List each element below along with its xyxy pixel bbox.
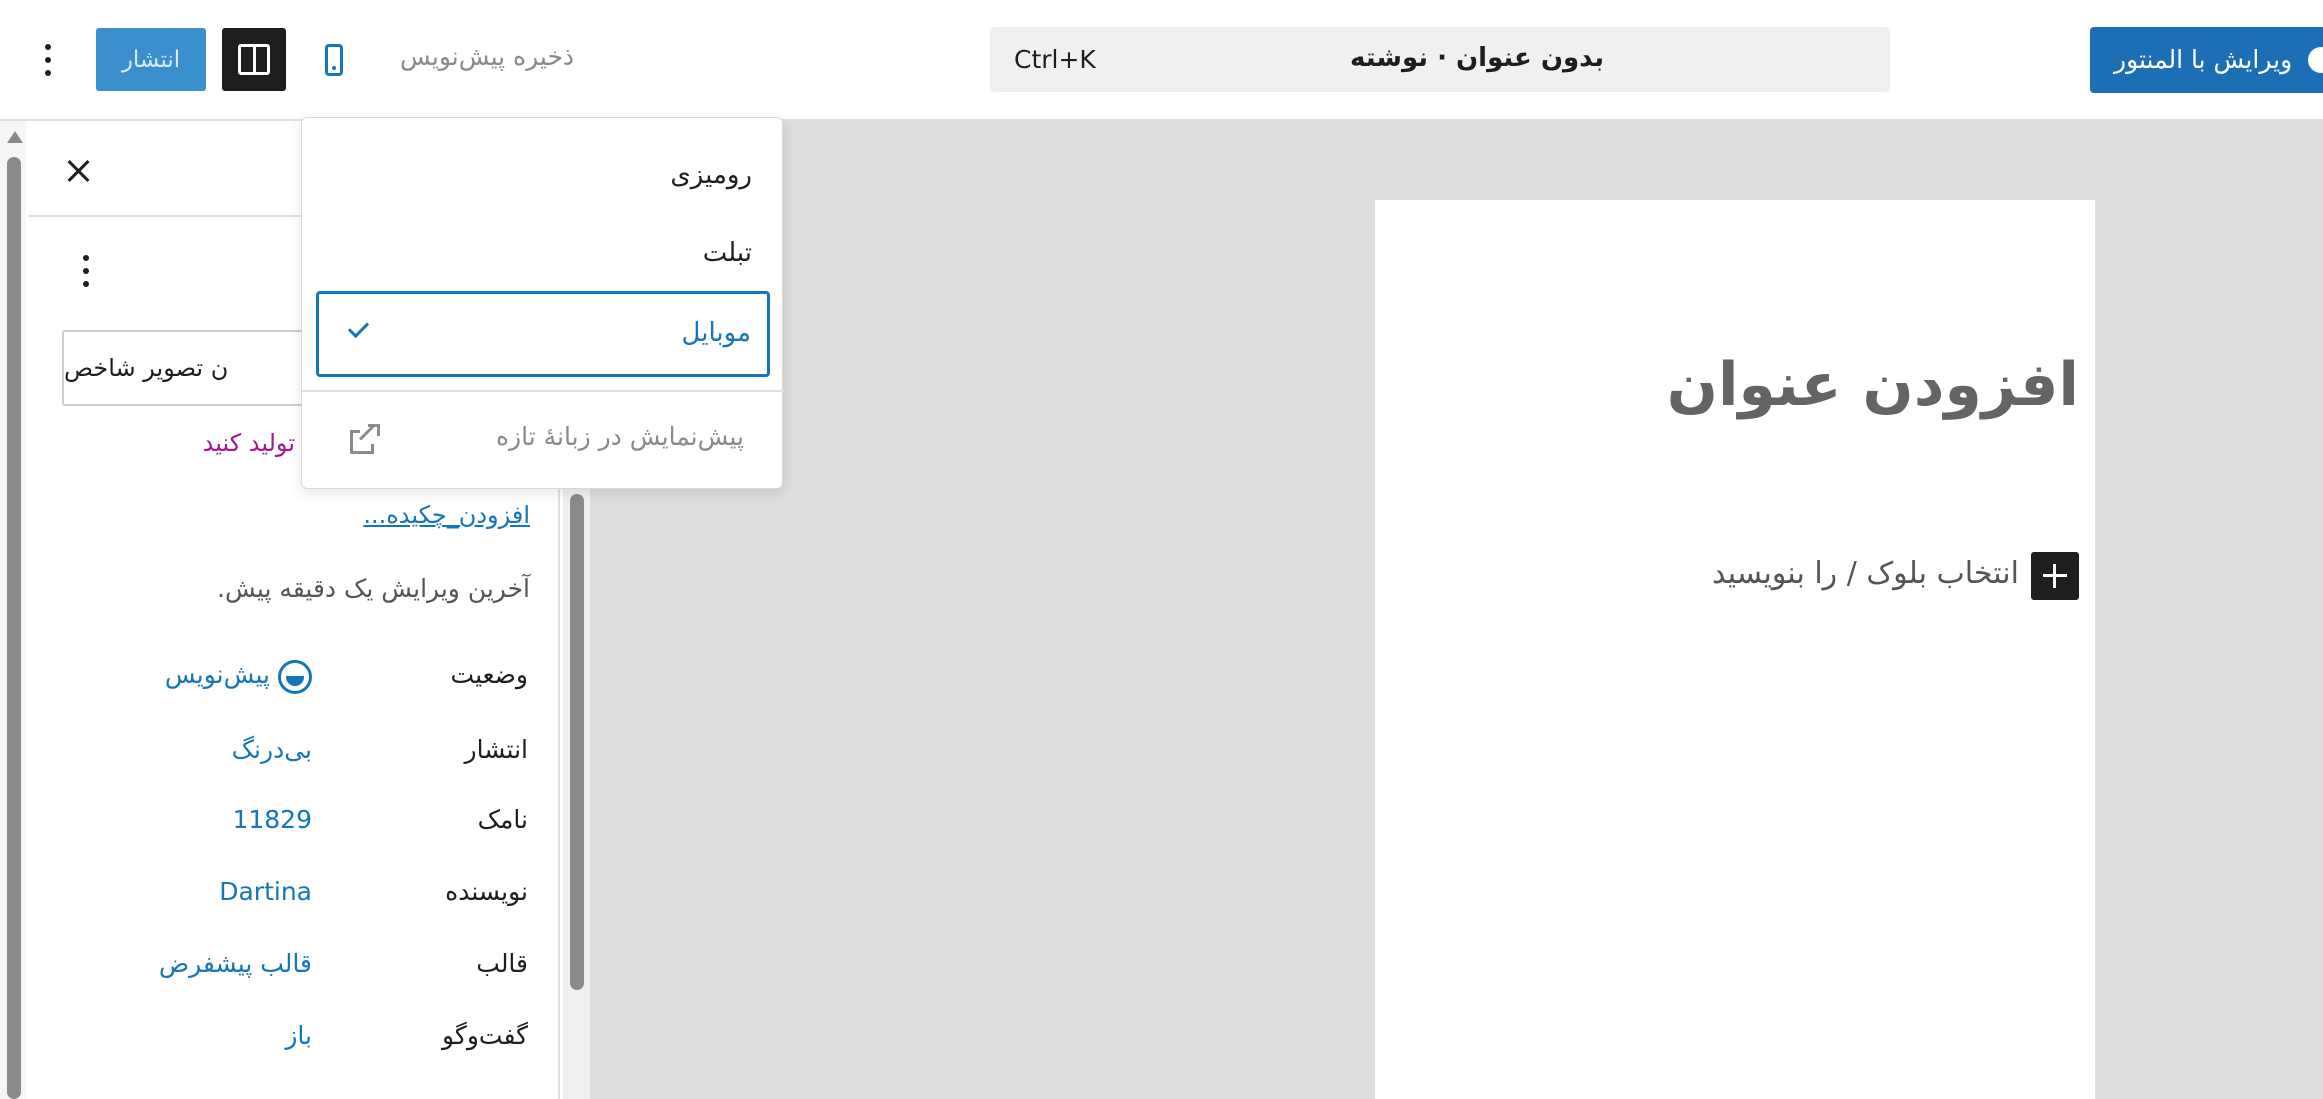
edit-with-elementor-button[interactable]: ویرایش با المنتور bbox=[2090, 27, 2323, 93]
command-shortcut: Ctrl+K bbox=[1014, 45, 1096, 74]
device-preview-menu: رومیزی تبلت موبایل پیش‌نمایش در زبانهٔ ت… bbox=[301, 117, 784, 489]
post-page-preview: افزودن عنوان انتخاب بلوک / را بنویسید bbox=[1375, 200, 2095, 1099]
meta-row-status: وضعیت پیش‌نویس bbox=[0, 660, 560, 710]
mobile-device-icon bbox=[325, 44, 343, 76]
document-title: بدون عنوان · نوشته bbox=[1350, 43, 1604, 73]
options-menu-icon[interactable] bbox=[26, 38, 70, 82]
meta-label: گفت‌وگو bbox=[442, 1021, 528, 1050]
menu-item-mobile[interactable]: موبایل bbox=[316, 291, 770, 377]
add-block-icon[interactable] bbox=[2031, 552, 2079, 600]
publish-date-value[interactable]: بی‌درنگ bbox=[232, 735, 312, 764]
menu-item-desktop[interactable]: رومیزی bbox=[302, 140, 784, 210]
template-value[interactable]: قالب پیشفرض bbox=[159, 949, 312, 978]
menu-item-label: موبایل bbox=[681, 318, 751, 348]
meta-row-slug: نامک 11829 bbox=[0, 805, 560, 855]
preview-new-tab-label: پیش‌نمایش در زبانهٔ تازه bbox=[495, 422, 744, 451]
settings-panel-toggle[interactable] bbox=[222, 28, 286, 91]
block-appender[interactable]: انتخاب بلوک / را بنویسید bbox=[1712, 556, 2019, 591]
meta-row-template: قالب قالب پیشفرض bbox=[0, 949, 560, 999]
meta-label: نامک bbox=[477, 805, 528, 834]
menu-item-label: رومیزی bbox=[670, 160, 752, 190]
generate-link[interactable]: تولید کنید bbox=[195, 429, 295, 457]
meta-row-author: نویسنده Dartina bbox=[0, 877, 560, 927]
add-excerpt-link[interactable]: افزودن_چکیده... bbox=[300, 501, 530, 529]
meta-row-publish: انتشار بی‌درنگ bbox=[0, 735, 560, 785]
elementor-logo-icon bbox=[2308, 47, 2323, 73]
save-draft-button[interactable]: ذخیره پیش‌نویس bbox=[400, 42, 574, 71]
meta-label: انتشار bbox=[464, 735, 528, 764]
discussion-value[interactable]: باز bbox=[285, 1021, 312, 1050]
menu-item-label: تبلت bbox=[702, 238, 752, 268]
author-value[interactable]: Dartina bbox=[219, 877, 312, 906]
menu-divider bbox=[302, 390, 784, 392]
checkmark-icon bbox=[343, 316, 373, 346]
status-value[interactable]: پیش‌نویس bbox=[165, 660, 270, 689]
draft-status-icon bbox=[278, 660, 312, 694]
sidebar-panel-icon bbox=[238, 44, 270, 75]
slug-value[interactable]: 11829 bbox=[232, 805, 312, 834]
editor-top-bar: انتشار ذخیره پیش‌نویس Ctrl+K بدون عنوان … bbox=[0, 0, 2323, 121]
publish-button[interactable]: انتشار bbox=[96, 28, 206, 91]
last-edited-text: آخرین ویرایش یک دقیقه پیش. bbox=[217, 574, 530, 603]
external-link-icon bbox=[350, 424, 380, 454]
menu-item-tablet[interactable]: تبلت bbox=[302, 218, 784, 288]
meta-label: نویسنده bbox=[445, 877, 528, 906]
close-icon[interactable] bbox=[60, 153, 96, 189]
meta-row-discussion: گفت‌وگو باز bbox=[0, 1021, 560, 1071]
sidebar-inner-scrollbar-thumb[interactable] bbox=[570, 494, 584, 990]
post-actions-menu-icon[interactable] bbox=[64, 249, 108, 293]
post-title-input[interactable]: افزودن عنوان bbox=[1667, 350, 2079, 420]
scroll-up-arrow-icon[interactable] bbox=[7, 131, 23, 143]
device-preview-button[interactable] bbox=[315, 38, 353, 82]
meta-label: وضعیت bbox=[450, 660, 528, 689]
elementor-button-label: ویرایش با المنتور bbox=[2114, 45, 2293, 74]
command-palette-bar[interactable]: Ctrl+K بدون عنوان · نوشته bbox=[990, 27, 1890, 92]
meta-label: قالب bbox=[476, 949, 528, 978]
